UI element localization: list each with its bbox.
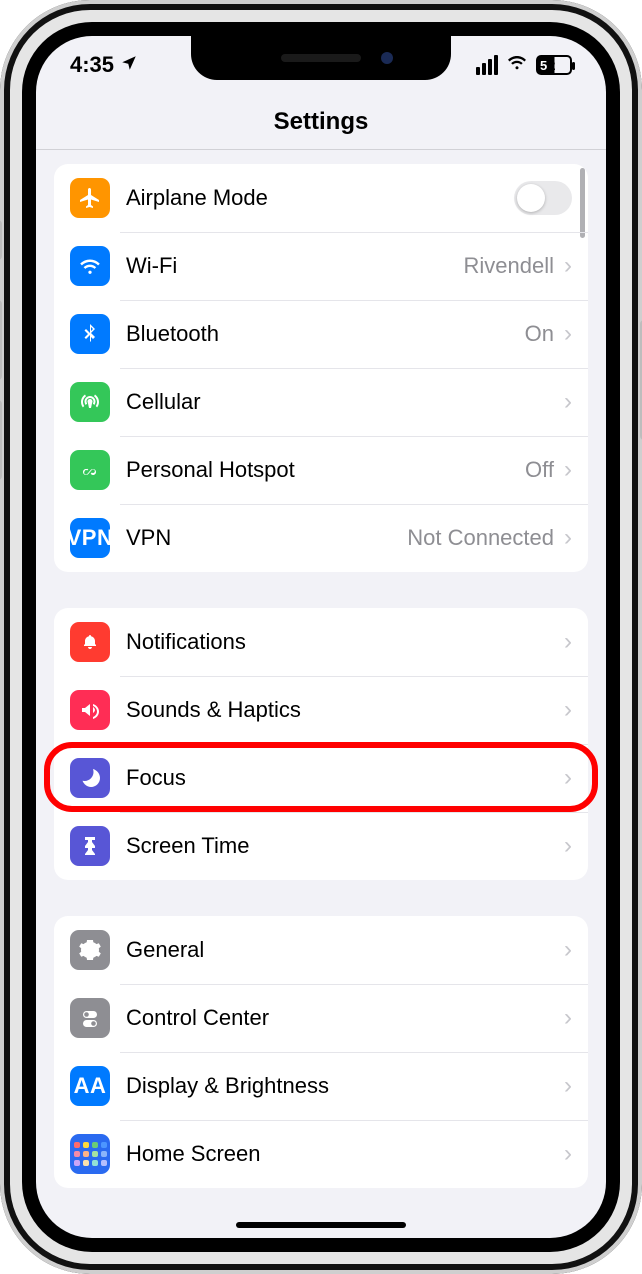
settings-group-system: General › Control Center › AA	[54, 916, 588, 1188]
home-screen-icon	[70, 1134, 110, 1174]
chevron-right-icon: ›	[564, 764, 572, 792]
front-camera	[381, 52, 393, 64]
screen: 4:35 52	[36, 36, 606, 1238]
row-general[interactable]: General ›	[54, 916, 588, 984]
airplane-toggle[interactable]	[514, 181, 572, 215]
focus-icon	[70, 758, 110, 798]
battery-icon: 52	[536, 55, 572, 75]
row-vpn[interactable]: VPN VPN Not Connected ›	[54, 504, 588, 572]
wifi-settings-icon	[70, 246, 110, 286]
display-icon-label: AA	[74, 1073, 107, 1099]
row-cellular[interactable]: Cellular ›	[54, 368, 588, 436]
chevron-right-icon: ›	[564, 1140, 572, 1168]
general-icon	[70, 930, 110, 970]
row-label: Sounds & Haptics	[126, 697, 564, 723]
row-label: Control Center	[126, 1005, 564, 1031]
home-indicator[interactable]	[236, 1222, 406, 1228]
volume-down-button	[0, 400, 2, 480]
nav-bar: Settings	[36, 94, 606, 150]
row-label: General	[126, 937, 564, 963]
chevron-right-icon: ›	[564, 320, 572, 348]
hotspot-icon	[70, 450, 110, 490]
notch	[191, 36, 451, 80]
chevron-right-icon: ›	[564, 456, 572, 484]
row-label: Screen Time	[126, 833, 564, 859]
row-display-brightness[interactable]: AA Display & Brightness ›	[54, 1052, 588, 1120]
wifi-icon	[506, 51, 528, 79]
chevron-right-icon: ›	[564, 252, 572, 280]
row-detail: Not Connected	[407, 525, 554, 551]
phone-bezel: 4:35 52	[22, 22, 620, 1252]
row-label: Wi-Fi	[126, 253, 464, 279]
bluetooth-icon	[70, 314, 110, 354]
settings-list[interactable]: Airplane Mode Wi-Fi Rivendell ›	[36, 150, 606, 1238]
display-icon: AA	[70, 1066, 110, 1106]
row-airplane-mode[interactable]: Airplane Mode	[54, 164, 588, 232]
row-detail: On	[525, 321, 554, 347]
row-label: Focus	[126, 765, 564, 791]
row-label: Home Screen	[126, 1141, 564, 1167]
row-label: Personal Hotspot	[126, 457, 525, 483]
sounds-icon	[70, 690, 110, 730]
chevron-right-icon: ›	[564, 1072, 572, 1100]
page-title: Settings	[274, 108, 369, 136]
chevron-right-icon: ›	[564, 696, 572, 724]
row-detail: Off	[525, 457, 554, 483]
vpn-icon-label: VPN	[67, 525, 114, 551]
cellular-icon	[70, 382, 110, 422]
location-icon	[120, 54, 138, 77]
phone-frame: 4:35 52	[0, 0, 642, 1274]
screen-time-icon	[70, 826, 110, 866]
row-notifications[interactable]: Notifications ›	[54, 608, 588, 676]
status-time: 4:35	[70, 52, 114, 78]
control-center-icon	[70, 998, 110, 1038]
row-detail: Rivendell	[464, 253, 555, 279]
cell-signal-icon	[476, 55, 498, 75]
row-screen-time[interactable]: Screen Time ›	[54, 812, 588, 880]
airplane-icon	[70, 178, 110, 218]
silent-switch	[0, 220, 2, 260]
settings-group-attention: Notifications › Sounds & Haptics ›	[54, 608, 588, 880]
chevron-right-icon: ›	[564, 388, 572, 416]
vpn-icon: VPN	[70, 518, 110, 558]
row-label: Bluetooth	[126, 321, 525, 347]
chevron-right-icon: ›	[564, 832, 572, 860]
row-home-screen[interactable]: Home Screen ›	[54, 1120, 588, 1188]
row-label: VPN	[126, 525, 407, 551]
chevron-right-icon: ›	[564, 1004, 572, 1032]
notifications-icon	[70, 622, 110, 662]
row-sounds-haptics[interactable]: Sounds & Haptics ›	[54, 676, 588, 744]
row-label: Display & Brightness	[126, 1073, 564, 1099]
chevron-right-icon: ›	[564, 628, 572, 656]
speaker-grille	[281, 54, 361, 62]
row-wifi[interactable]: Wi-Fi Rivendell ›	[54, 232, 588, 300]
settings-group-connectivity: Airplane Mode Wi-Fi Rivendell ›	[54, 164, 588, 572]
row-label: Notifications	[126, 629, 564, 655]
chevron-right-icon: ›	[564, 524, 572, 552]
row-personal-hotspot[interactable]: Personal Hotspot Off ›	[54, 436, 588, 504]
row-focus[interactable]: Focus ›	[54, 744, 588, 812]
row-label: Airplane Mode	[126, 185, 514, 211]
row-bluetooth[interactable]: Bluetooth On ›	[54, 300, 588, 368]
volume-up-button	[0, 300, 2, 380]
row-control-center[interactable]: Control Center ›	[54, 984, 588, 1052]
chevron-right-icon: ›	[564, 936, 572, 964]
row-label: Cellular	[126, 389, 564, 415]
